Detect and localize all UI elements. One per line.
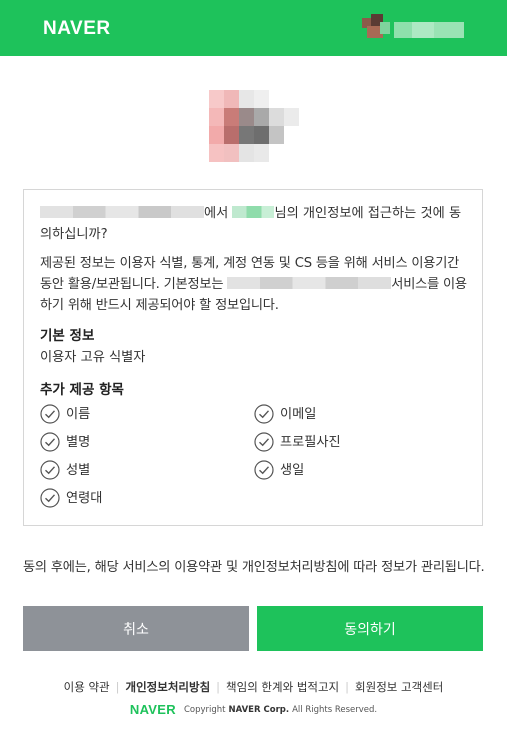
divider: | [216, 680, 221, 694]
consent-notice: 동의 후에는, 해당 서비스의 이용약관 및 개인정보처리방침에 따라 정보가 … [23, 560, 485, 575]
consent-question: 에서 님의 개인정보에 접근하는 것에 동의하십니까? [40, 206, 462, 242]
user-name-blurred [394, 22, 464, 38]
copyright: NAVER Copyright NAVER Corp. All Rights R… [129, 702, 378, 717]
check-circle-icon [254, 432, 274, 452]
divider: | [115, 680, 120, 694]
footer-links: 이용 약관 | 개인정보처리방침 | 책임의 한계와 법적고지 | 회원정보 고객센터 [0, 679, 507, 695]
check-circle-icon [40, 460, 60, 480]
footer-link-help[interactable]: 회원정보 고객센터 [355, 680, 443, 694]
footer-link-privacy[interactable]: 개인정보처리방침 [126, 680, 211, 694]
header-bar: NAVER [0, 0, 507, 56]
consent-card: 에서 님의 개인정보에 접근하는 것에 동의하십니까? 제공된 정보는 이용자 … [23, 189, 483, 526]
extra-info-title: 추가 제공 항목 [40, 382, 124, 398]
footer-link-disclaimer[interactable]: 책임의 한계와 법적고지 [226, 680, 339, 694]
agree-button[interactable]: 동의하기 [257, 606, 483, 651]
extra-items-list: 이름 이메일 별명 프로필사진 성별 생일 연령대 [40, 401, 470, 521]
footer-link-terms[interactable]: 이용 약관 [64, 680, 110, 694]
consent-description: 제공된 정보는 이용자 식별, 통계, 계정 연동 및 CS 등을 위해 서비스… [40, 256, 467, 313]
check-circle-icon [40, 404, 60, 424]
service-name-blurred [40, 206, 204, 218]
basic-info-title: 기본 정보 [40, 328, 95, 344]
check-circle-icon [254, 460, 274, 480]
app-logo-icon [209, 90, 299, 162]
service-name-blurred-2 [227, 277, 392, 289]
extra-item-gender[interactable]: 성별 [40, 459, 90, 481]
check-circle-icon [40, 432, 60, 452]
naver-logo[interactable]: NAVER [43, 18, 111, 40]
user-id-blurred [232, 206, 275, 218]
extra-item-email[interactable]: 이메일 [254, 403, 316, 425]
extra-item-nickname[interactable]: 별명 [40, 431, 90, 453]
basic-info-item: 이용자 고유 식별자 [40, 350, 146, 365]
user-avatar-icon[interactable] [362, 14, 390, 42]
extra-item-birthday[interactable]: 생일 [254, 459, 304, 481]
extra-item-profile-photo[interactable]: 프로필사진 [254, 431, 341, 453]
extra-item-name[interactable]: 이름 [40, 403, 90, 425]
check-circle-icon [40, 488, 60, 508]
footer-naver-logo[interactable]: NAVER [130, 702, 176, 717]
extra-item-age-range[interactable]: 연령대 [40, 487, 102, 509]
cancel-button[interactable]: 취소 [23, 606, 249, 651]
divider: | [345, 680, 350, 694]
check-circle-icon [254, 404, 274, 424]
